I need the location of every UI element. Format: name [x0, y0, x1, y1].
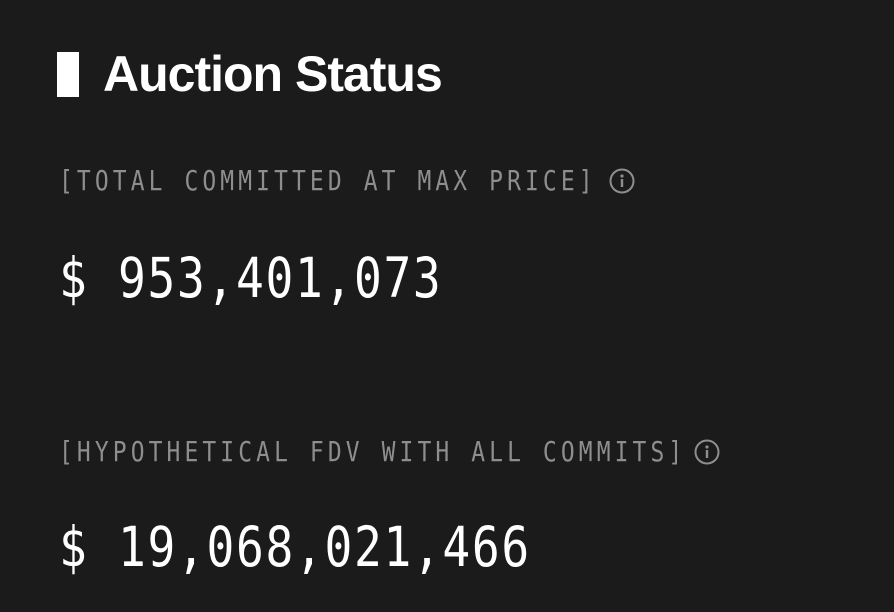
- section-header: Auction Status: [57, 46, 443, 102]
- info-icon[interactable]: [609, 168, 635, 194]
- hypothetical-fdv-label: [HYPOTHETICAL FDV WITH ALL COMMITS]: [59, 435, 687, 468]
- total-committed-label-row: [TOTAL COMMITTED AT MAX PRICE]: [59, 167, 635, 195]
- header-marker-block: [57, 51, 79, 97]
- section-title: Auction Status: [103, 46, 443, 102]
- hypothetical-fdv-value: $ 19,068,021,466: [59, 515, 531, 579]
- hypothetical-fdv-label-row: [HYPOTHETICAL FDV WITH ALL COMMITS]: [59, 438, 720, 466]
- total-committed-value: $ 953,401,073: [59, 246, 443, 310]
- auction-status-panel: Auction Status [TOTAL COMMITTED AT MAX P…: [0, 0, 894, 612]
- info-icon[interactable]: [694, 439, 720, 465]
- total-committed-label: [TOTAL COMMITTED AT MAX PRICE]: [59, 164, 597, 197]
